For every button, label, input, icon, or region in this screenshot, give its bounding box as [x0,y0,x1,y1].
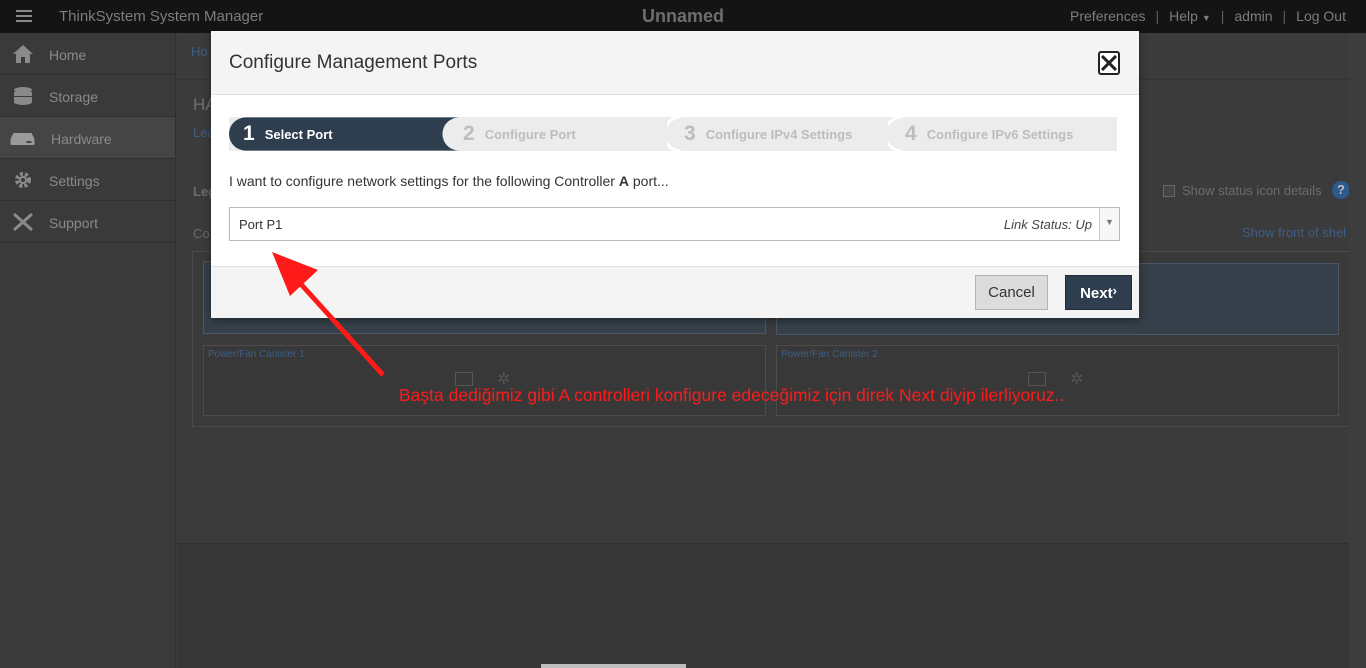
prompt-text-end: port... [629,173,669,189]
next-button[interactable]: Next› [1065,275,1132,310]
breadcrumb[interactable]: Ho [191,44,208,59]
bottom-handle [541,664,686,668]
annotation-arrow-icon [272,252,385,377]
sidebar-item-label: Hardware [51,131,112,147]
controller-name: A [618,173,629,189]
step-select-port: 1 Select Port [243,117,333,151]
storage-icon [14,87,32,105]
page-scrollbar[interactable] [1349,33,1366,668]
help-label: Help [1169,8,1198,24]
prompt-text: I want to configure network settings for… [229,173,619,189]
app-title: ThinkSystem System Manager [59,8,264,25]
help-icon[interactable]: ? [1332,181,1350,199]
dialog-title: Configure Management Ports [229,52,478,73]
step-label: Configure Port [484,126,576,142]
power-icon [455,372,473,386]
show-status-icon-details-label: Show status icon details [1182,183,1322,198]
sidebar-item-label: Settings [49,173,100,189]
sidebar-item-storage[interactable]: Storage [0,75,175,117]
sidebar-item-label: Storage [49,89,99,105]
step-number: 4 [905,122,917,145]
selected-port: Port P1 [239,217,283,232]
fan-icon: ✲ [1070,371,1084,388]
step-divider [888,117,902,151]
sidebar: Home Storage Hardware Settings Support [0,33,176,668]
help-menu[interactable]: Help ▼ [1169,8,1211,24]
dropdown-toggle[interactable]: ▼ [1099,208,1119,240]
sidebar-item-support[interactable]: Support [0,201,175,243]
sidebar-item-home[interactable]: Home [0,33,175,75]
show-front-of-shelf-link[interactable]: Show front of shel [1242,225,1346,240]
sidebar-item-settings[interactable]: Settings [0,159,175,201]
step-number: 2 [463,122,475,145]
step-divider [667,117,681,151]
tools-icon [13,212,33,232]
controller-label: Co [193,226,210,241]
step-number: 1 [243,122,255,145]
hardware-icon [10,133,35,145]
status-icon-checkbox[interactable] [1163,185,1175,197]
user-menu[interactable]: admin [1234,8,1272,24]
step-label: Select Port [264,126,333,142]
nav-separator: | [1282,8,1287,24]
link-status: Link Status: Up [1003,217,1092,232]
canister-label: Power/Fan Canister 2 [781,349,878,360]
top-nav: Preferences | Help ▼ | admin | Log Out [1070,8,1346,24]
logout-link[interactable]: Log Out [1296,8,1346,24]
close-icon [1101,55,1117,71]
chevron-down-icon: ▼ [1105,217,1114,227]
top-bar: ThinkSystem System Manager Unnamed Prefe… [0,0,1366,33]
step-number: 3 [684,122,696,145]
step-configure-ipv6: 4 Configure IPv6 Settings [905,117,1073,151]
step-configure-ipv4: 3 Configure IPv4 Settings [684,117,852,151]
gear-icon [15,172,31,188]
port-select[interactable]: Port P1 Link Status: Up ▼ [229,207,1120,241]
nav-separator: | [1220,8,1225,24]
dialog-header: Configure Management Ports [211,31,1139,95]
sidebar-item-label: Support [49,215,99,231]
chevron-right-icon: › [1112,283,1117,298]
step-configure-port: 2 Configure Port [463,117,576,151]
nav-separator: | [1155,8,1160,24]
annotation-text: Başta dediğimiz gibi A controlleri konfi… [399,385,1065,405]
hamburger-menu-icon[interactable] [16,10,32,22]
lower-area [177,543,1366,668]
wizard-steps: 1 Select Port 2 Configure Port 3 Configu… [229,117,1117,151]
preferences-link[interactable]: Preferences [1070,8,1145,24]
home-icon [13,45,33,63]
close-button[interactable] [1098,51,1120,75]
port-prompt: I want to configure network settings for… [229,173,669,189]
chevron-down-icon: ▼ [1201,13,1211,23]
step-label: Configure IPv6 Settings [926,126,1074,142]
step-label: Configure IPv4 Settings [705,126,853,142]
sidebar-item-hardware[interactable]: Hardware [0,117,175,159]
power-icon [1028,372,1046,386]
next-label: Next [1080,285,1113,302]
sidebar-item-label: Home [49,47,87,63]
cancel-button[interactable]: Cancel [975,275,1048,310]
